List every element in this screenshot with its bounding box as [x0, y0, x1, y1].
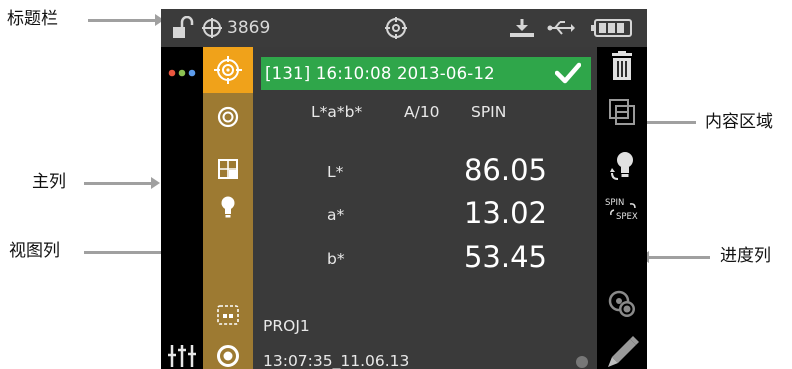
progress-column-callout: 进度列: [720, 246, 771, 266]
ring-icon[interactable]: [216, 344, 240, 369]
target-view-icon[interactable]: [214, 56, 242, 88]
spin-mini-label: SPIN: [605, 198, 624, 208]
color-space-label: L*a*b*: [311, 103, 363, 121]
battery-icon: [591, 16, 633, 40]
circle-target-icon[interactable]: [217, 106, 239, 132]
measurement-count: 3869: [227, 18, 271, 38]
l-star-label: L*: [327, 163, 344, 181]
mode-label: SPIN: [471, 103, 507, 121]
target-settings-icon[interactable]: [606, 288, 638, 324]
project-timestamp: 13:07:35_11.06.13: [263, 352, 410, 369]
b-star-value: 53.45: [463, 240, 547, 274]
measurement-header: [131] 16:10:08 2013-06-12: [261, 57, 591, 90]
main-column-callout: 主列: [32, 172, 66, 192]
title-bar: 3869: [161, 9, 647, 47]
a-star-label: a*: [327, 206, 345, 224]
grid-view-icon[interactable]: [218, 159, 238, 183]
unlock-icon[interactable]: [171, 16, 195, 40]
content-area: [131] 16:10:08 2013-06-12 L*a*b* A/10 SP…: [253, 47, 597, 369]
measurement-header-text: [131] 16:10:08 2013-06-12: [265, 64, 495, 83]
title-bar-callout-arrow: [88, 14, 164, 26]
dots-menu-icon[interactable]: [167, 63, 197, 82]
illuminant-switch-icon[interactable]: [609, 151, 637, 185]
progress-column: SPIN SPEX: [597, 47, 647, 369]
title-bar-callout: 标题栏: [7, 9, 58, 29]
illuminant-label: A/10: [404, 103, 440, 121]
l-star-value: 86.05: [463, 153, 547, 187]
usb-icon: [547, 16, 575, 40]
view-column-callout: 视图列: [9, 241, 60, 261]
checkmark-icon: [554, 62, 582, 88]
crosshair-count-icon: [201, 16, 223, 40]
lightbulb-icon[interactable]: [220, 196, 236, 222]
download-icon: [509, 16, 535, 40]
progress-column-callout-arrow: [640, 251, 710, 263]
dashed-aperture-icon[interactable]: [217, 305, 239, 329]
main-column: [161, 47, 203, 369]
trash-icon[interactable]: [610, 51, 634, 85]
view-column: [203, 47, 253, 369]
compare-icon[interactable]: [607, 97, 637, 131]
status-dot: [576, 356, 588, 368]
pencil-icon[interactable]: [606, 335, 640, 369]
target-icon[interactable]: [384, 16, 408, 40]
main-column-callout-arrow: [84, 177, 160, 189]
device-screen: 3869 [131] 16:10:08 2013-06-12 L*a*b* A/…: [161, 9, 647, 369]
content-area-callout: 内容区域: [705, 112, 773, 132]
spin-spex-icon[interactable]: SPIN SPEX: [603, 194, 645, 228]
project-name: PROJ1: [263, 317, 310, 335]
b-star-label: b*: [327, 250, 345, 268]
spex-mini-label: SPEX: [616, 212, 638, 222]
sliders-icon[interactable]: [167, 343, 197, 369]
a-star-value: 13.02: [463, 196, 547, 230]
